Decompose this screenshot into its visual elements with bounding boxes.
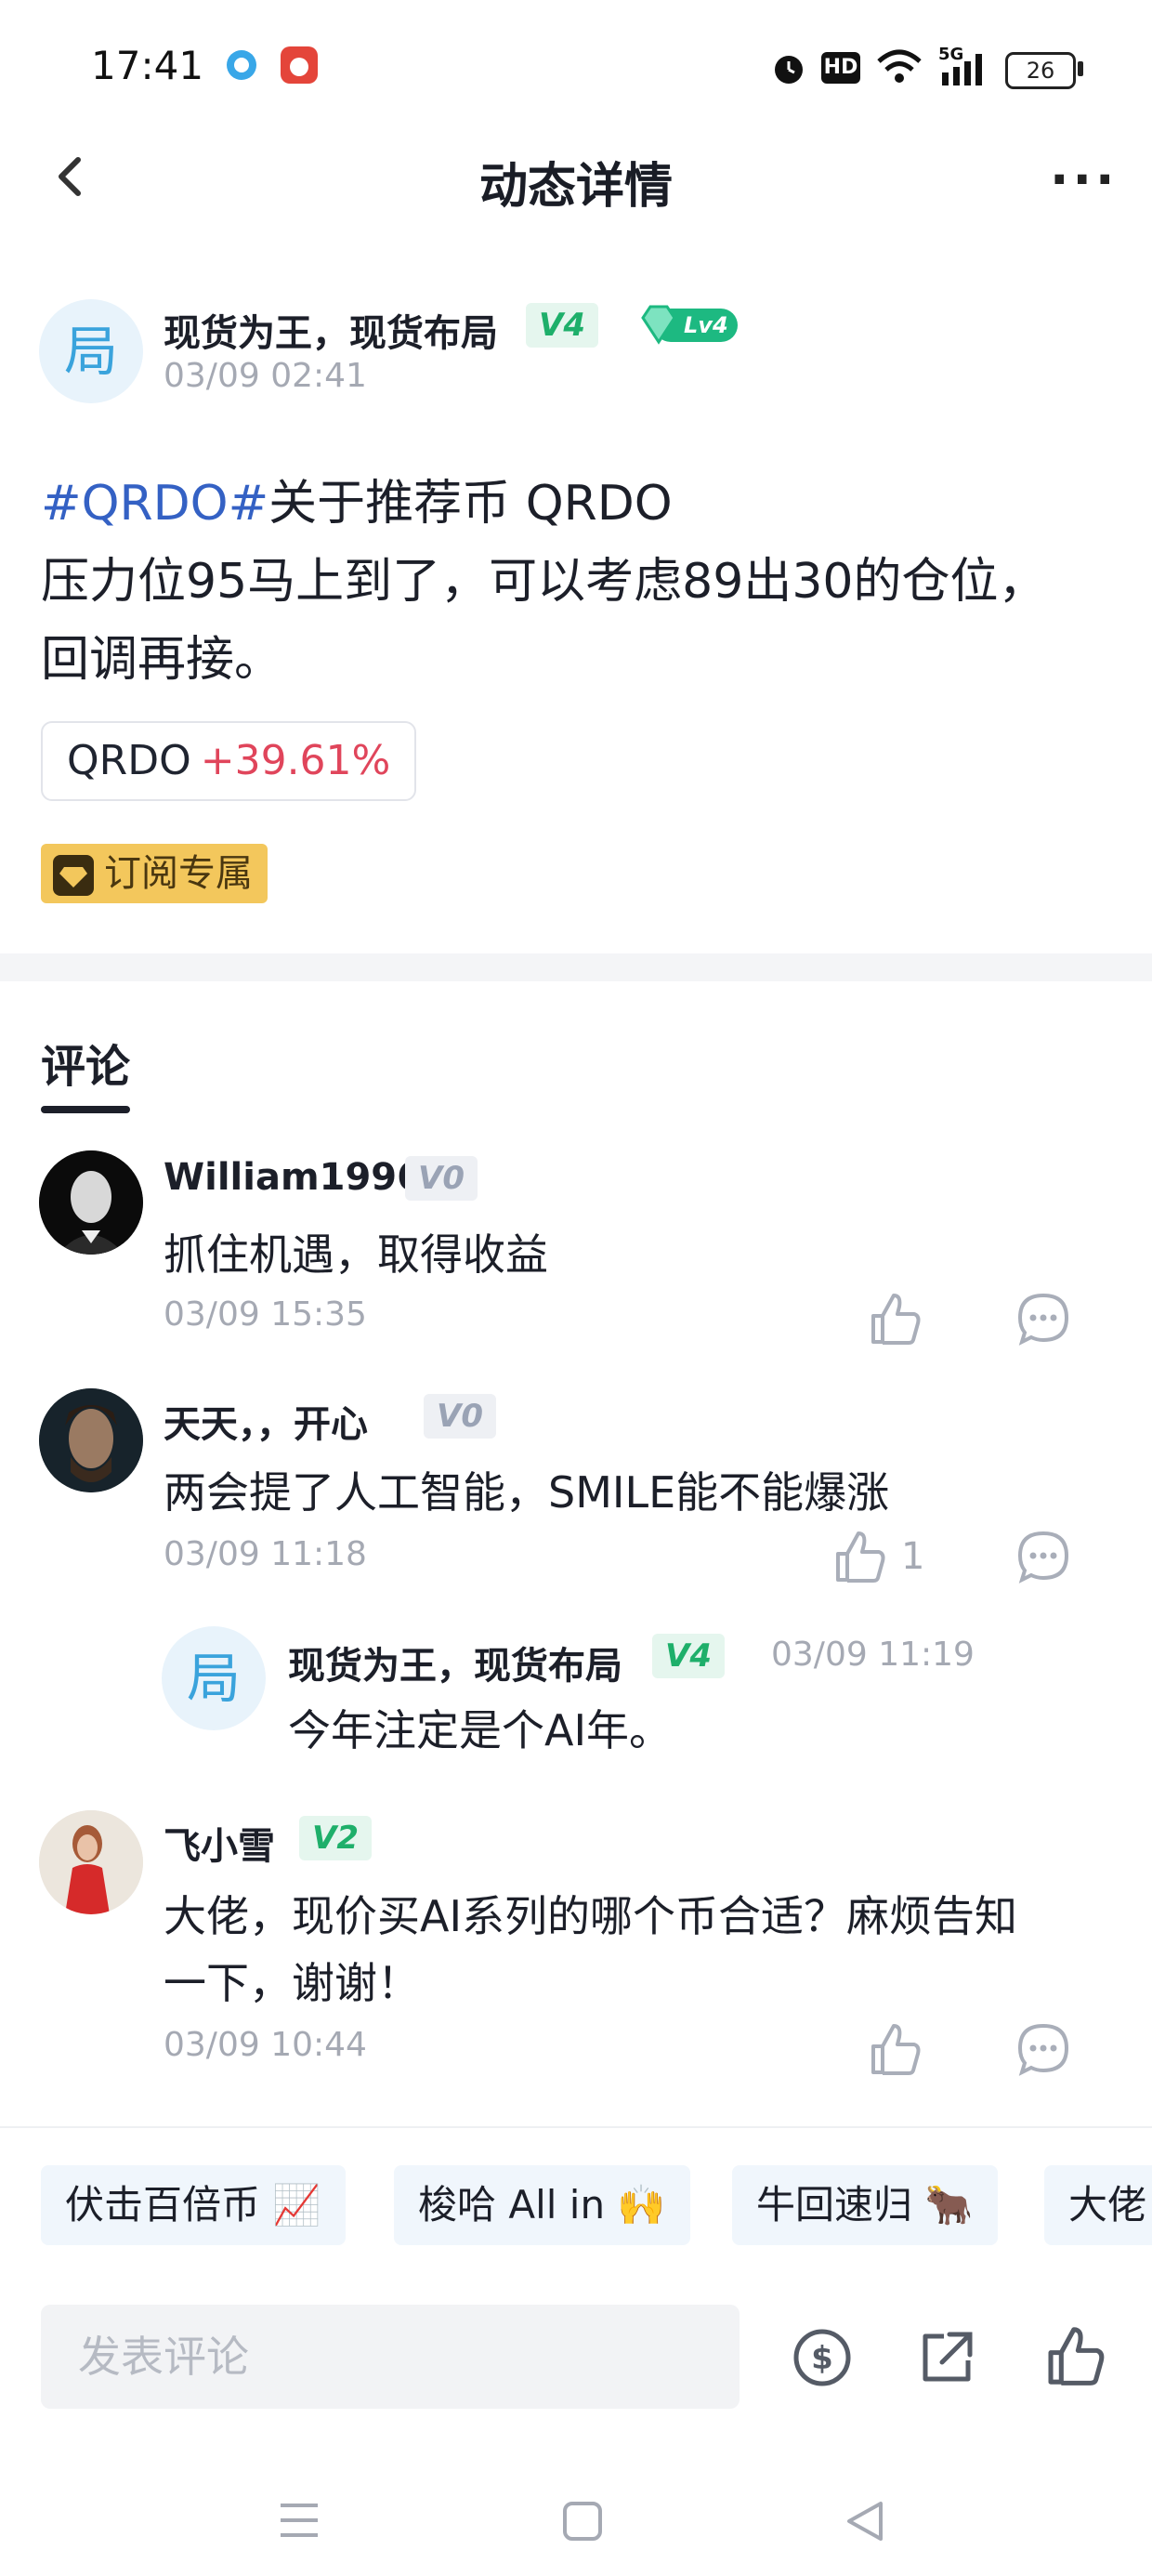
system-nav-bar <box>0 2453 1152 2576</box>
like-post-icon[interactable] <box>1042 2323 1107 2388</box>
commenter-avatar[interactable] <box>39 1810 143 1914</box>
reply-v-badge: V4 <box>652 1634 725 1678</box>
diamond-icon <box>53 855 94 896</box>
more-options-button[interactable]: ··· <box>1050 151 1119 209</box>
author-name[interactable]: 现货为王，现货布局 <box>164 303 498 357</box>
menu-nav-icon[interactable] <box>277 2500 321 2541</box>
commenter-name[interactable]: William1996 <box>164 1156 423 1199</box>
ticker-change: +39.61% <box>200 737 391 784</box>
wifi-icon <box>877 49 922 83</box>
commenter-avatar[interactable] <box>39 1388 143 1492</box>
hashtag-link[interactable]: #QRDO# <box>41 476 268 532</box>
level-badge: Lv4 <box>628 301 740 349</box>
commenter-avatar[interactable] <box>39 1150 143 1255</box>
comment-input[interactable]: 发表评论 <box>41 2305 740 2409</box>
subscription-label: 订阅专属 <box>104 852 253 895</box>
signal-icon <box>942 54 982 85</box>
commenter-v-badge: V2 <box>299 1816 372 1860</box>
author-v-badge: V4 <box>526 303 598 348</box>
commenter-name[interactable]: 天天，，开心 <box>164 1394 368 1448</box>
subscription-badge: 订阅专属 <box>41 844 268 903</box>
comments-tab-indicator <box>41 1106 130 1113</box>
comment-time: 03/09 10:44 <box>164 2026 367 2064</box>
comment-time: 03/09 15:35 <box>164 1295 367 1334</box>
comment-text-line-1: 大佬，现价买AI系列的哪个币合适？麻烦告知 <box>164 1891 1018 1941</box>
commenter-v-badge: V0 <box>405 1156 478 1201</box>
ticker-card[interactable]: QRDO +39.61% <box>41 721 417 801</box>
like-icon[interactable] <box>831 1528 888 1585</box>
battery-tip <box>1078 61 1083 76</box>
reply-icon[interactable] <box>1015 1290 1072 1347</box>
reply-time: 03/09 11:19 <box>771 1636 975 1674</box>
reply-text: 今年注定是个AI年。 <box>288 1705 673 1755</box>
hd-icon: HD <box>821 52 860 84</box>
comment-text-line-2: 一下，谢谢！ <box>164 1958 420 2008</box>
home-nav-icon[interactable] <box>561 2500 604 2543</box>
post-line-1-text: 关于推荐币 QRDO <box>268 476 673 532</box>
post-line-2: 压力位95马上到了，可以考虑89出30的仓位， <box>41 554 1047 610</box>
post-line-3: 回调再接。 <box>41 632 283 688</box>
avatar-portrait <box>39 1150 143 1255</box>
comment-text: 抓住机遇，取得收益 <box>164 1229 548 1280</box>
like-icon[interactable] <box>866 2020 923 2078</box>
like-icon[interactable] <box>866 1290 923 1347</box>
commenter-name[interactable]: 飞小雪 <box>164 1816 275 1870</box>
share-icon[interactable] <box>916 2327 977 2388</box>
quick-reply-chip[interactable]: 大佬 <box>1044 2165 1152 2245</box>
status-bar: 17:41 HD 5G 26 <box>0 0 1152 139</box>
back-nav-icon[interactable] <box>844 2498 886 2544</box>
avatar-portrait <box>39 1810 143 1914</box>
post-timestamp: 03/09 02:41 <box>164 357 367 395</box>
tip-coin-icon[interactable]: $ <box>792 2327 853 2388</box>
level-badge-label: Lv4 <box>684 312 728 338</box>
reply-icon[interactable] <box>1015 1528 1072 1585</box>
notification-app2-icon <box>281 46 318 84</box>
svg-text:$: $ <box>811 2340 833 2377</box>
post-body: #QRDO#关于推荐币 QRDO 压力位95马上到了，可以考虑89出30的仓位，… <box>41 465 1109 699</box>
comment-time: 03/09 11:18 <box>164 1535 367 1573</box>
quick-reply-chip[interactable]: 伏击百倍币 📈 <box>41 2165 346 2245</box>
commenter-v-badge: V0 <box>424 1394 496 1439</box>
reply-icon[interactable] <box>1015 2020 1072 2078</box>
comment-text: 两会提了人工智能，SMILE能不能爆涨 <box>164 1467 890 1518</box>
post-line-1: #QRDO#关于推荐币 QRDO <box>41 465 1109 543</box>
page-title: 动态详情 <box>478 159 673 215</box>
reply-author-name[interactable]: 现货为王，现货布局 <box>288 1636 622 1689</box>
comments-tab[interactable]: 评论 <box>41 1030 130 1095</box>
status-time: 17:41 <box>91 43 204 88</box>
quick-reply-chip[interactable]: 梭哈 All in 🙌 <box>394 2165 690 2245</box>
notification-app-icon <box>227 50 256 80</box>
alarm-icon <box>775 56 803 84</box>
comment-text: 大佬，现价买AI系列的哪个币合适？麻烦告知 一下，谢谢！ <box>164 1883 1017 2017</box>
battery-indicator: 26 <box>1005 52 1076 89</box>
ticker-symbol: QRDO <box>67 737 191 784</box>
avatar-portrait <box>39 1388 143 1492</box>
quick-reply-chip[interactable]: 牛回速归 🐂 <box>732 2165 998 2245</box>
author-avatar[interactable]: 局 <box>39 299 143 403</box>
reply-avatar[interactable]: 局 <box>162 1626 266 1730</box>
like-count: 1 <box>901 1535 925 1578</box>
section-divider <box>0 953 1152 981</box>
